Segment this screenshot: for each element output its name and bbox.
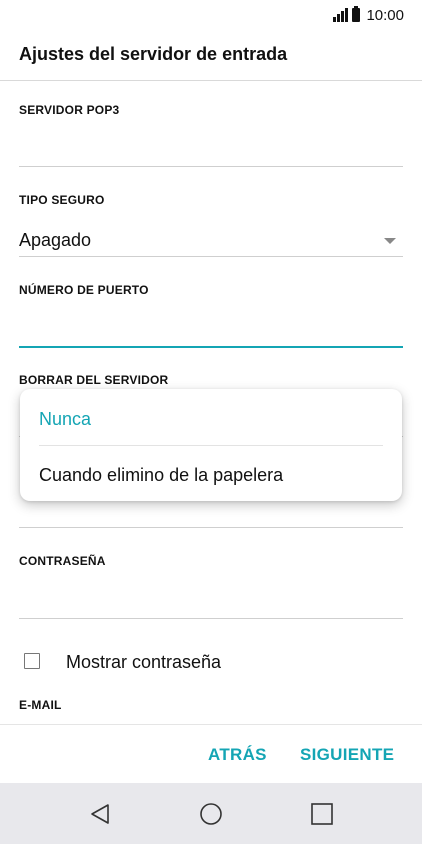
navigation-bar bbox=[0, 783, 422, 844]
username-underline bbox=[19, 527, 403, 528]
email-label: E-MAIL bbox=[19, 698, 62, 712]
app-bar: Ajustes del servidor de entrada bbox=[0, 30, 422, 81]
secure-type-underline bbox=[19, 256, 403, 257]
dropdown-arrow-icon bbox=[384, 238, 396, 244]
status-icons: 10:00 bbox=[333, 6, 404, 24]
status-bar: 10:00 bbox=[0, 0, 422, 30]
pop3-server-label: SERVIDOR POP3 bbox=[19, 103, 120, 117]
show-password-row[interactable]: Mostrar contraseña bbox=[0, 645, 422, 679]
password-input[interactable] bbox=[19, 576, 403, 618]
delete-from-server-popup: Nunca Cuando elimino de la papelera bbox=[20, 389, 402, 501]
password-label: CONTRASEÑA bbox=[19, 554, 106, 568]
clock: 10:00 bbox=[366, 6, 404, 24]
secure-type-label: TIPO SEGURO bbox=[19, 193, 105, 207]
page-title: Ajustes del servidor de entrada bbox=[19, 44, 288, 64]
pop3-server-input[interactable] bbox=[19, 124, 403, 166]
recents-square-icon[interactable] bbox=[309, 801, 335, 827]
pop3-server-underline bbox=[19, 166, 403, 167]
battery-icon bbox=[352, 6, 361, 22]
popup-divider bbox=[39, 445, 383, 446]
show-password-label: Mostrar contraseña bbox=[66, 652, 222, 672]
bottom-actions: ATRÁS SIGUIENTE bbox=[0, 724, 422, 784]
popup-option-nunca[interactable]: Nunca bbox=[39, 409, 91, 430]
port-number-underline bbox=[19, 346, 403, 348]
popup-option-cuando-elimino[interactable]: Cuando elimino de la papelera bbox=[39, 465, 283, 486]
back-triangle-icon[interactable] bbox=[87, 801, 113, 827]
signal-icon bbox=[333, 8, 349, 22]
port-number-label: NÚMERO DE PUERTO bbox=[19, 283, 149, 297]
port-number-input[interactable] bbox=[19, 304, 403, 346]
next-button[interactable]: SIGUIENTE bbox=[300, 745, 394, 765]
home-circle-icon[interactable] bbox=[198, 801, 224, 827]
delete-from-server-label: BORRAR DEL SERVIDOR bbox=[19, 373, 169, 387]
secure-type-select[interactable]: Apagado bbox=[19, 222, 403, 256]
back-button[interactable]: ATRÁS bbox=[208, 745, 267, 765]
secure-type-value: Apagado bbox=[19, 230, 92, 250]
password-underline bbox=[19, 618, 403, 619]
show-password-checkbox[interactable] bbox=[24, 653, 40, 669]
